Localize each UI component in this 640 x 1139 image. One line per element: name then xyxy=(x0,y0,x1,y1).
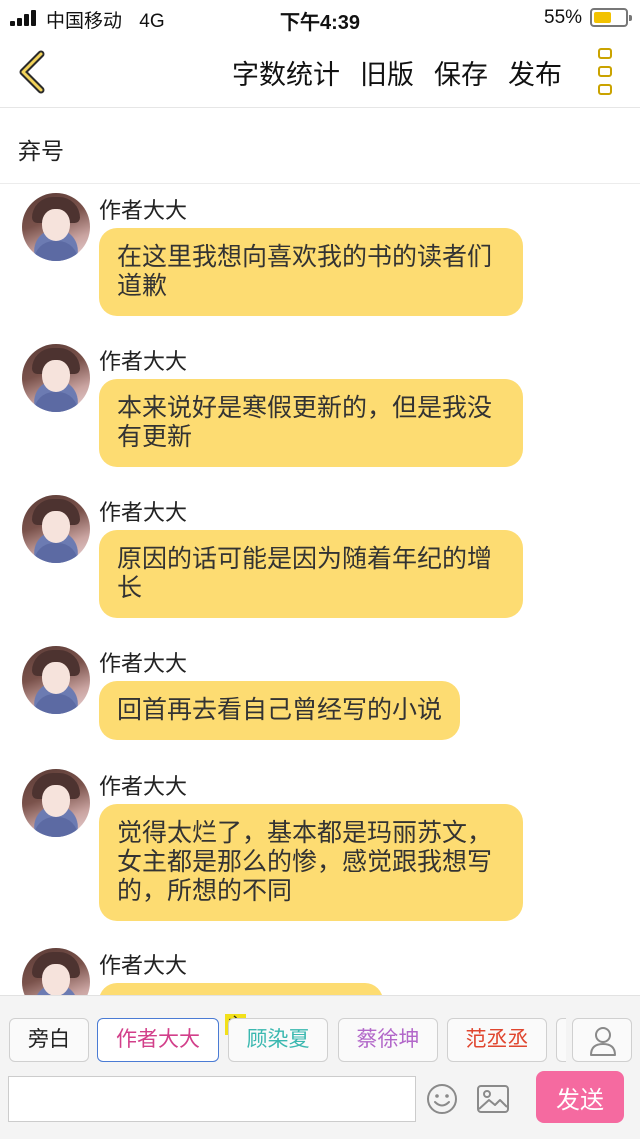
role-gu-ranxia[interactable]: 顾染夏 xyxy=(228,1018,328,1062)
more-vertical-icon xyxy=(598,66,612,77)
avatar[interactable] xyxy=(22,769,90,837)
message-bubble[interactable]: 本来说好是寒假更新的，但是我没有更新 xyxy=(99,379,523,467)
back-button[interactable] xyxy=(14,50,54,94)
role-fan-chengcheng[interactable]: 范丞丞 xyxy=(447,1018,547,1062)
person-icon xyxy=(590,1027,616,1056)
chapter-title-row[interactable]: 弃号 xyxy=(0,109,640,184)
smiley-icon xyxy=(427,1084,457,1114)
message-bubble[interactable]: 回首再去看自己曾经写的小说 xyxy=(99,681,461,740)
message-bubble[interactable]: 在这里我想向喜欢我的书的读者们道歉 xyxy=(99,228,523,316)
author-name: 作者大大 xyxy=(99,349,188,374)
message-input[interactable] xyxy=(8,1076,416,1122)
publish-button[interactable]: 发布 xyxy=(508,53,562,92)
author-name: 作者大大 xyxy=(99,953,188,978)
more-vertical-icon xyxy=(598,48,612,59)
chapter-title: 弃号 xyxy=(18,138,64,164)
message-list[interactable]: 作者大大 在这里我想向喜欢我的书的读者们道歉 作者大大 本来说好是寒假更新的，但… xyxy=(0,185,640,995)
message-bubble[interactable] xyxy=(99,983,383,995)
nav-actions: 字数统计 旧版 保存 发布 xyxy=(232,53,562,92)
emoji-button[interactable] xyxy=(426,1083,458,1115)
role-cai-xukun[interactable]: 蔡徐坤 xyxy=(338,1018,438,1062)
image-icon xyxy=(477,1085,509,1113)
battery-icon xyxy=(590,8,632,27)
author-name: 作者大大 xyxy=(99,198,188,223)
role-narrator[interactable]: 旁白 xyxy=(9,1018,89,1062)
role-selector: 旁白 作者大大 主 顾染夏 蔡徐坤 范丞丞 xyxy=(0,1014,640,1062)
author-name: 作者大大 xyxy=(99,651,188,676)
role-more-partial[interactable] xyxy=(556,1018,566,1062)
send-button[interactable]: 发送 xyxy=(536,1071,624,1123)
avatar[interactable] xyxy=(22,948,90,995)
word-count-button[interactable]: 字数统计 xyxy=(232,53,340,92)
role-author[interactable]: 作者大大 xyxy=(97,1018,219,1062)
character-manage-button[interactable] xyxy=(572,1018,632,1062)
more-vertical-icon xyxy=(598,84,612,95)
avatar[interactable] xyxy=(22,193,90,261)
battery-percent: 55% xyxy=(544,7,583,28)
author-name: 作者大大 xyxy=(99,500,188,525)
old-version-button[interactable]: 旧版 xyxy=(360,53,414,92)
image-button[interactable] xyxy=(476,1084,510,1114)
more-button[interactable] xyxy=(596,48,616,96)
message-bubble[interactable]: 觉得太烂了，基本都是玛丽苏文，女主都是那么的惨，感觉跟我想写的，所想的不同 xyxy=(99,804,523,921)
composer-panel: 旁白 作者大大 主 顾染夏 蔡徐坤 范丞丞 发送 xyxy=(0,995,640,1139)
avatar[interactable] xyxy=(22,495,90,563)
save-button[interactable]: 保存 xyxy=(434,53,488,92)
author-name: 作者大大 xyxy=(99,774,188,799)
message-bubble[interactable]: 原因的话可能是因为随着年纪的增长 xyxy=(99,530,523,618)
chevron-left-icon xyxy=(19,50,45,94)
avatar[interactable] xyxy=(22,646,90,714)
status-bar: 中国移动 4G 下午4:39 55% xyxy=(0,0,640,36)
avatar[interactable] xyxy=(22,344,90,412)
top-nav-bar: 字数统计 旧版 保存 发布 xyxy=(0,36,640,108)
